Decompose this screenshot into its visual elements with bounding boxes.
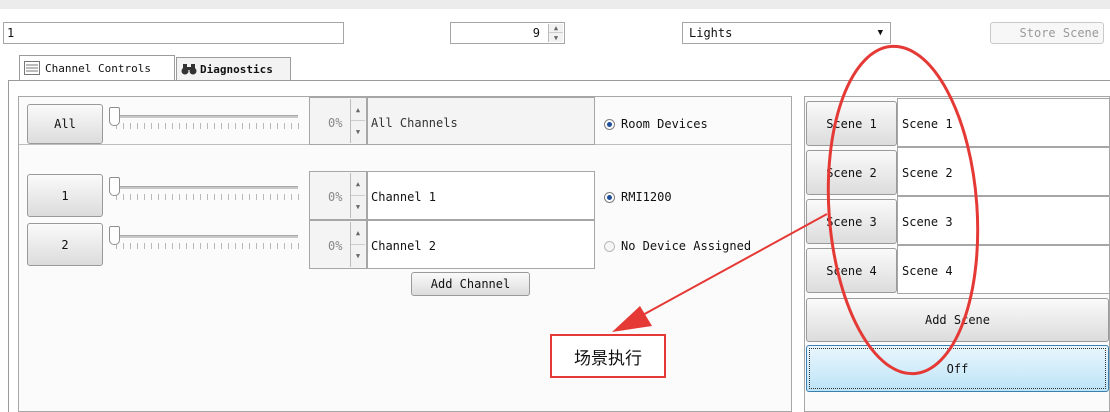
- annotation-arrow-line: [629, 213, 828, 323]
- annotation-label: 场景执行: [574, 348, 642, 369]
- annotation-label-box: 场景执行: [550, 334, 666, 378]
- annotation-circle: [826, 44, 980, 376]
- annotation-arrowhead-icon: [612, 306, 652, 332]
